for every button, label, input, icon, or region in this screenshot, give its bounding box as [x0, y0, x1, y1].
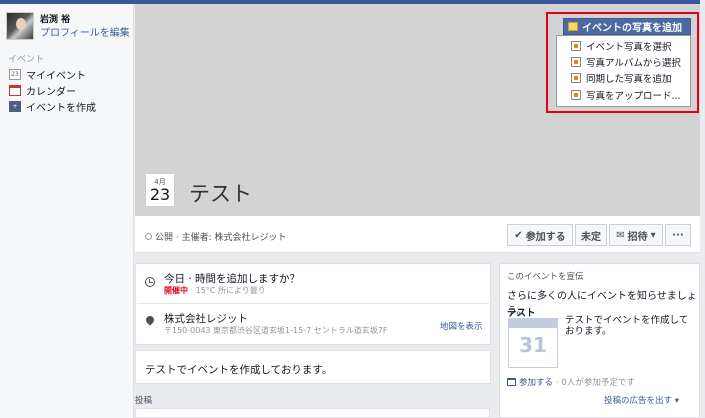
event-title: テスト: [189, 182, 252, 206]
profile-block[interactable]: 岩渕 裕 プロフィールを編集: [6, 12, 130, 42]
location-address: 〒150-0043 東京都渋谷区道玄坂1-15-7 セントラル道玄坂7F: [164, 326, 388, 335]
globe-icon: [145, 233, 152, 240]
divider: [137, 303, 489, 304]
menu-item-add-synced-photo[interactable]: 同期した写真を追加: [571, 71, 672, 85]
menu-item-label: 写真アルバムから選択: [586, 58, 681, 69]
add-photo-label: イベントの写真を追加: [582, 23, 682, 34]
clock-icon: [145, 277, 155, 287]
event-time[interactable]: 今日 · 時間を追加しますか？: [164, 271, 300, 286]
mail-icon: ✉: [616, 229, 625, 241]
sidebar-item-label: マイイベント: [26, 70, 86, 82]
sidebar-item-label: カレンダー: [26, 86, 76, 98]
avatar[interactable]: [6, 12, 34, 40]
menu-item-select-event-photo[interactable]: イベント写真を選択: [571, 39, 672, 53]
add-event-photo-button[interactable]: イベントの写真を追加: [563, 18, 691, 35]
post-composer[interactable]: [135, 408, 490, 418]
photo-icon: [568, 22, 578, 31]
calendar-icon: [507, 378, 516, 386]
join-icon: ✔: [514, 229, 523, 241]
weather-text: · 15°C 所により曇り: [188, 286, 266, 295]
posts-heading: 投稿: [135, 396, 153, 406]
live-badge: 開催中: [164, 286, 188, 295]
event-status: 開催中 · 15°C 所により曇り: [164, 285, 266, 296]
menu-item-select-from-album[interactable]: 写真アルバムから選択: [571, 55, 681, 69]
event-date-badge: 4月 23: [145, 173, 175, 207]
sidebar-item-my-events[interactable]: 23 マイイベント: [9, 67, 86, 82]
join-label: 参加する: [525, 231, 566, 243]
calendar-day: 31: [519, 333, 547, 357]
menu-item-label: 同期した写真を追加: [586, 74, 672, 85]
more-button[interactable]: ···: [665, 224, 691, 246]
menu-item-label: イベント写真を選択: [586, 42, 672, 53]
location-name[interactable]: 株式会社レジット: [164, 311, 248, 326]
promote-join[interactable]: 参加する · 0人が参加予定です: [507, 376, 635, 388]
calendar-bar: [509, 319, 557, 328]
sidebar-section-label: イベント: [8, 55, 45, 65]
maybe-button[interactable]: 未定: [575, 224, 607, 246]
event-description: テストでイベントを作成しております。: [145, 364, 333, 376]
create-event-icon: +: [9, 100, 21, 112]
promote-event-name: テスト: [507, 308, 536, 319]
invite-label: 招待: [627, 231, 648, 243]
join-button[interactable]: ✔ 参加する: [507, 224, 573, 246]
chevron-down-icon: ▾: [650, 229, 656, 241]
photo-menu: イベント写真を選択 写真アルバムから選択 同期した写真を追加 写真をアップロード…: [556, 35, 691, 107]
sync-photo-icon: [571, 73, 581, 83]
promote-join-link[interactable]: 参加する: [519, 376, 553, 388]
attendee-count: · 0人が参加予定です: [556, 378, 635, 388]
privacy-info: 公開 · 主催者: 株式会社レジット: [145, 230, 286, 243]
show-map-link[interactable]: 地図を表示: [440, 320, 483, 332]
boost-post-link[interactable]: 投稿の広告を出す ▾: [604, 394, 679, 406]
invite-button[interactable]: ✉ 招待 ▾: [609, 224, 663, 246]
sidebar-item-label: イベントを作成: [26, 102, 96, 114]
menu-item-upload-photo[interactable]: 写真をアップロード...: [571, 88, 681, 102]
promote-heading: このイベントを宣伝: [507, 272, 584, 282]
page-edge: [700, 0, 705, 418]
upload-icon: [571, 90, 581, 100]
promote-event-text: テストでイベントを作成しております。: [565, 315, 689, 337]
edit-profile-link[interactable]: プロフィールを編集: [40, 24, 130, 39]
privacy-text: 公開 · 主催者: 株式会社レジット: [155, 233, 287, 243]
menu-item-label: 写真をアップロード...: [586, 91, 681, 102]
calendar-icon: 31: [508, 318, 558, 368]
photo-select-icon: [571, 41, 581, 51]
event-day: 23: [149, 185, 171, 204]
sidebar-item-create-event[interactable]: + イベントを作成: [9, 99, 96, 114]
sidebar-item-calendar[interactable]: カレンダー: [9, 83, 76, 98]
calendar-icon: [9, 84, 21, 96]
calendar-23-icon: 23: [9, 68, 21, 80]
promote-subtitle: さらに多くの人にイベントを知らせましょう。: [507, 291, 697, 317]
album-icon: [571, 57, 581, 67]
